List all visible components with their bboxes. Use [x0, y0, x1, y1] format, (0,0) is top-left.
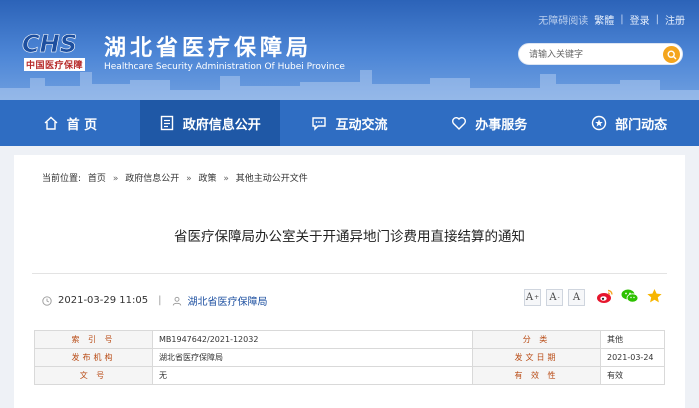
table-row: 索 引 号 MB1947642/2021-12032 分 类 其他 — [34, 330, 665, 349]
breadcrumb-item-policy[interactable]: 政策 — [198, 174, 216, 184]
divider: | — [620, 14, 624, 25]
index-number-value: MB1947642/2021-12032 — [152, 330, 473, 349]
breadcrumb: 当前位置: 首页 » 政府信息公开 » 政策 » 其他主动公开文件 — [42, 171, 312, 184]
divider: | — [655, 14, 659, 25]
font-size-controls: A + A- A — [524, 289, 585, 306]
breadcrumb-separator: » — [223, 174, 229, 184]
breadcrumb-item-home[interactable]: 首页 — [88, 174, 106, 184]
site-title: 湖北省医疗保障局 — [104, 36, 313, 61]
nav-item-label: 首 页 — [66, 117, 98, 133]
validity-value: 有效 — [600, 366, 665, 385]
login-link[interactable]: 登录 — [630, 12, 650, 27]
search-icon — [666, 49, 676, 59]
accessibility-link[interactable]: 无障碍阅读 — [538, 12, 588, 27]
index-number-label: 索 引 号 — [34, 330, 153, 349]
issue-date-label: 发文日期 — [472, 348, 601, 367]
issue-date-value: 2021-03-24 — [600, 348, 665, 367]
chs-logo-mark: CHS — [22, 30, 78, 56]
nav-item-dept-news[interactable]: 部门动态 — [559, 100, 699, 146]
search-button[interactable] — [663, 46, 680, 63]
breadcrumb-separator: » — [112, 174, 119, 184]
category-label: 分 类 — [472, 330, 601, 349]
top-links: 无障碍阅读 繁體 | 登录 | 注册 — [538, 12, 685, 27]
font-increase-button[interactable]: A + — [524, 289, 541, 306]
clock-icon — [42, 295, 52, 306]
nav-item-label: 互动交流 — [335, 117, 388, 133]
breadcrumb-item-gov-info[interactable]: 政府信息公开 — [125, 174, 179, 184]
search-input[interactable] — [529, 47, 659, 62]
nav-item-label: 政府信息公开 — [182, 117, 261, 133]
font-decrease-sup: - — [557, 294, 560, 301]
table-row: 发布机构 湖北省医疗保障局 发文日期 2021-03-24 — [34, 348, 665, 367]
category-value: 其他 — [600, 330, 665, 349]
font-increase-sup: + — [534, 294, 540, 301]
nav-item-label: 办事服务 — [475, 117, 528, 133]
page-title: 省医疗保障局办公室关于开通异地门诊费用直接结算的通知 — [174, 229, 525, 245]
search-box — [518, 43, 683, 65]
article-meta: 2021-03-29 11:05 | 湖北省医疗保障局 — [42, 293, 268, 308]
font-decrease-button[interactable]: A- — [546, 289, 563, 306]
logo[interactable]: CHS 中国医疗保障 — [20, 30, 96, 74]
font-increase-label: A — [525, 292, 534, 303]
font-reset-label: A — [572, 292, 581, 303]
share-icons — [596, 288, 663, 304]
publish-datetime: 2021-03-29 11:05 — [58, 295, 149, 306]
breadcrumb-prefix: 当前位置: — [42, 174, 82, 184]
document-icon — [160, 115, 173, 131]
site-subtitle: Healthcare Security Administration Of Hu… — [104, 62, 345, 72]
main-nav: 首 页 政府信息公开 互动交流 办事服务 部门动态 — [0, 100, 699, 146]
nav-item-home[interactable]: 首 页 — [0, 100, 140, 146]
divider — [32, 273, 667, 274]
nav-item-gov-info[interactable]: 政府信息公开 — [139, 100, 280, 146]
doc-number-label: 文 号 — [34, 366, 153, 385]
doc-number-value: 无 — [152, 366, 473, 385]
validity-label: 有 效 性 — [472, 366, 601, 385]
breadcrumb-item-other-files[interactable]: 其他主动公开文件 — [236, 174, 308, 184]
chat-icon — [312, 117, 327, 131]
user-icon — [172, 296, 181, 306]
document-info-table: 索 引 号 MB1947642/2021-12032 分 类 其他 发布机构 湖… — [34, 330, 665, 385]
font-reset-button[interactable]: A — [568, 289, 585, 306]
logo-cn-text: 中国医疗保障 — [24, 58, 86, 71]
logo-mark-text: CHS — [22, 30, 77, 56]
nav-item-services[interactable]: 办事服务 — [419, 100, 559, 146]
register-link[interactable]: 注册 — [665, 12, 685, 27]
wechat-icon[interactable] — [621, 288, 639, 304]
source-link[interactable]: 湖北省医疗保障局 — [188, 293, 268, 308]
article-panel: 当前位置: 首页 » 政府信息公开 » 政策 » 其他主动公开文件 省医疗保障局… — [14, 155, 685, 408]
breadcrumb-separator: » — [186, 174, 192, 184]
traditional-chinese-link[interactable]: 繁體 — [594, 12, 614, 27]
table-row: 文 号 无 有 效 性 有效 — [34, 366, 665, 385]
weibo-icon[interactable] — [596, 288, 614, 304]
issuer-label: 发布机构 — [34, 348, 153, 367]
nav-item-label: 部门动态 — [615, 117, 668, 133]
heart-icon — [452, 117, 467, 130]
site-header: CHS 中国医疗保障 湖北省医疗保障局 Healthcare Security … — [0, 0, 699, 100]
home-icon — [44, 116, 58, 130]
nav-item-interaction[interactable]: 互动交流 — [280, 100, 420, 146]
font-decrease-label: A — [549, 292, 557, 303]
issuer-value: 湖北省医疗保障局 — [152, 348, 473, 367]
star-circle-icon — [591, 115, 607, 131]
meta-separator: | — [158, 295, 162, 306]
favorite-star-icon[interactable] — [646, 288, 663, 304]
